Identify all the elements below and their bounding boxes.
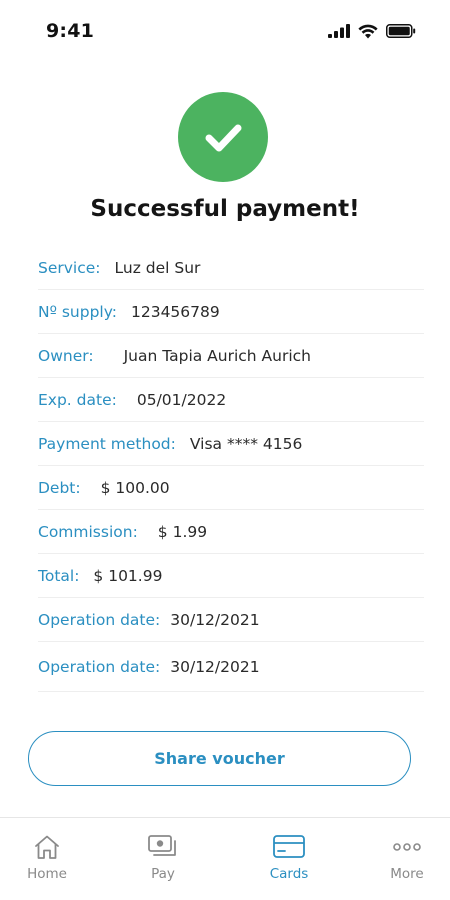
nav-item-home[interactable]: Home xyxy=(7,818,87,900)
detail-row-operation-date: Operation date: 30/12/2021 xyxy=(38,642,424,692)
detail-row-exp-date: Exp. date: 05/01/2022 xyxy=(38,378,424,422)
detail-label: Total: xyxy=(38,566,80,585)
nav-label: Home xyxy=(27,866,67,882)
status-icons xyxy=(328,24,416,39)
detail-label: Commission: xyxy=(38,522,138,541)
detail-value: Visa **** 4156 xyxy=(189,434,303,453)
nav-label: Pay xyxy=(151,866,175,882)
detail-row-total: Total: $ 101.99 xyxy=(38,554,424,598)
pay-icon xyxy=(148,835,176,856)
detail-value: 30/12/2021 xyxy=(170,610,260,629)
detail-row-supply: Nº supply: 123456789 xyxy=(38,290,424,334)
success-check-icon xyxy=(178,92,268,182)
nav-label: Cards xyxy=(269,866,309,882)
detail-row-payment-method: Payment method: Visa **** 4156 xyxy=(38,422,424,466)
bottom-nav: Home Pay Cards More xyxy=(0,817,450,900)
detail-label: Payment method: xyxy=(38,434,176,453)
detail-label: Exp. date: xyxy=(38,390,117,409)
detail-label: Operation date: xyxy=(38,657,161,676)
detail-value: 123456789 xyxy=(130,302,220,321)
detail-value: $ 1.99 xyxy=(157,522,208,541)
detail-row-owner: Owner: Juan Tapia Aurich Aurich xyxy=(38,334,424,378)
detail-value: $ 101.99 xyxy=(93,566,163,585)
detail-value: Luz del Sur xyxy=(114,258,201,277)
detail-row-commission: Commission: $ 1.99 xyxy=(38,510,424,554)
battery-icon xyxy=(386,24,416,38)
detail-row-debt: Debt: $ 100.00 xyxy=(38,466,424,510)
home-icon xyxy=(35,835,59,859)
nav-item-pay[interactable]: Pay xyxy=(123,818,203,900)
page-title: Successful payment! xyxy=(90,196,360,222)
status-time: 9:41 xyxy=(46,20,95,42)
nav-item-more[interactable]: More xyxy=(367,818,447,900)
signal-icon xyxy=(328,24,350,38)
detail-label: Nº supply: xyxy=(38,302,117,321)
detail-value: $ 100.00 xyxy=(100,478,170,497)
card-icon xyxy=(273,835,305,858)
wifi-icon xyxy=(358,24,378,38)
detail-row-service: Service: Luz del Sur xyxy=(38,246,424,290)
detail-value: 30/12/2021 xyxy=(170,657,260,676)
payment-details-list: Service: Luz del Sur Nº supply: 12345678… xyxy=(38,246,424,692)
status-bar: 9:41 xyxy=(0,0,450,62)
detail-label: Operation date: xyxy=(38,610,161,629)
detail-label: Owner: xyxy=(38,346,94,365)
detail-row-operation-date: Operation date: 30/12/2021 xyxy=(38,598,424,642)
detail-label: Debt: xyxy=(38,478,81,497)
detail-value: Juan Tapia Aurich Aurich xyxy=(123,346,312,365)
more-icon xyxy=(393,843,421,851)
detail-value: 05/01/2022 xyxy=(136,390,227,409)
detail-label: Service: xyxy=(38,258,101,277)
share-voucher-button[interactable]: Share voucher xyxy=(28,731,411,786)
nav-label: More xyxy=(390,866,424,882)
payment-success-screen: 9:41 Successful payment! Service: Luz de… xyxy=(0,0,450,900)
nav-item-cards[interactable]: Cards xyxy=(249,818,329,900)
